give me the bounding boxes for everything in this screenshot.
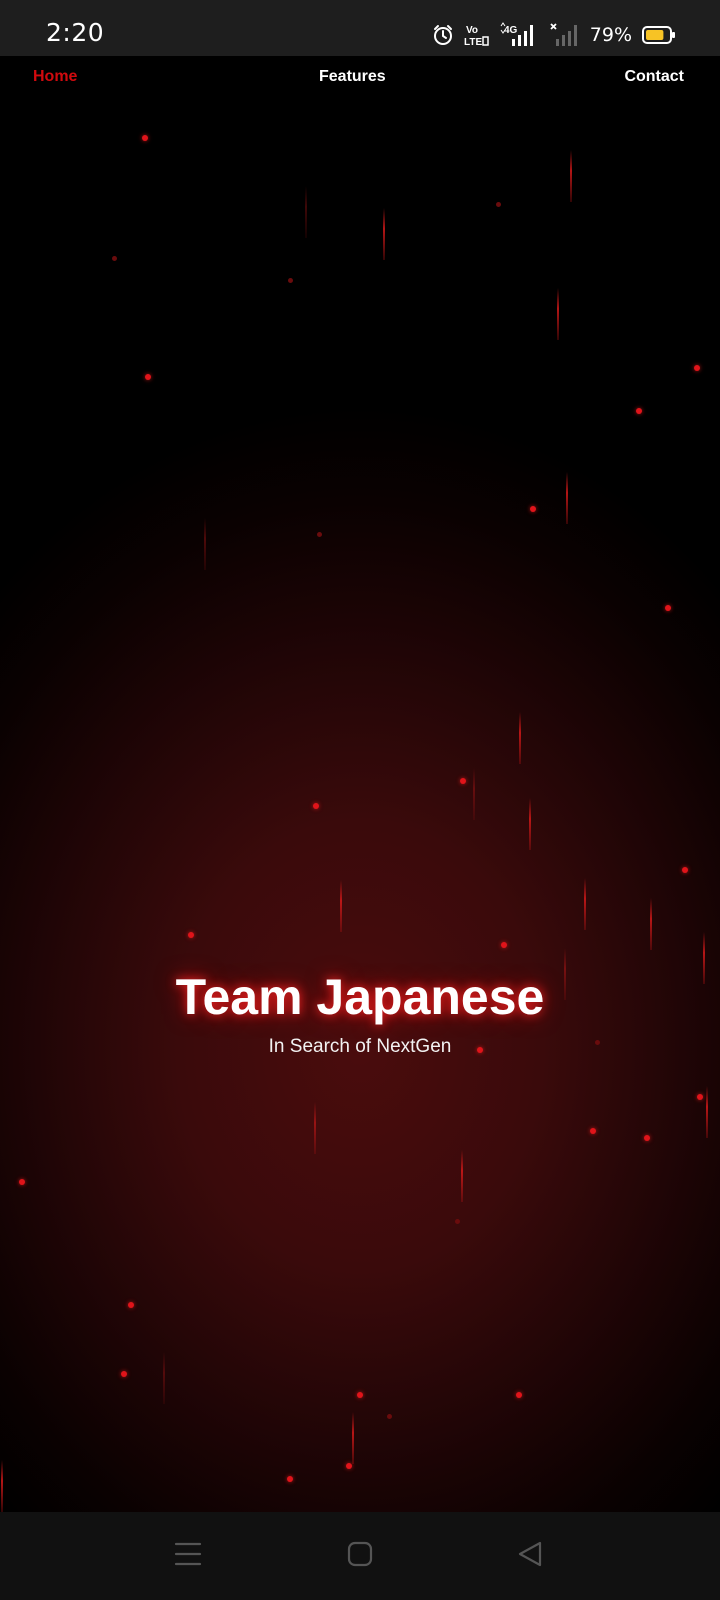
rain-streak — [566, 472, 568, 524]
particle-dot — [501, 942, 507, 948]
particle-dot — [636, 408, 642, 414]
battery-percent: 79% — [589, 24, 632, 46]
alarm-icon — [432, 24, 454, 46]
rain-streak — [461, 1150, 463, 1202]
particle-dot — [460, 778, 466, 784]
rain-streak — [163, 1352, 165, 1404]
home-square-icon — [347, 1541, 373, 1572]
rain-streak — [340, 880, 342, 932]
battery-icon — [642, 25, 676, 45]
no-signal-icon — [550, 22, 578, 48]
menu-icon — [174, 1541, 202, 1572]
particle-dot — [188, 932, 194, 938]
rain-streak — [557, 288, 559, 340]
particle-dot — [644, 1135, 650, 1141]
rain-streak — [383, 208, 385, 260]
top-nav: Home Features Contact — [0, 56, 720, 96]
home-button[interactable] — [340, 1536, 380, 1576]
particle-dot — [530, 506, 536, 512]
nav-home-link[interactable]: Home — [33, 68, 77, 86]
particle-dot — [313, 803, 319, 809]
system-nav-bar — [0, 1512, 720, 1600]
back-button[interactable] — [510, 1536, 550, 1576]
rain-streak — [314, 1102, 316, 1154]
rain-streak — [519, 712, 521, 764]
nav-features-link[interactable]: Features — [319, 68, 386, 86]
status-bar: 2:20 Vo LTE 4G 79% — [0, 0, 720, 56]
rain-streak — [650, 898, 652, 950]
rain-streak — [204, 518, 206, 570]
particle-dot — [516, 1392, 522, 1398]
svg-text:Vo: Vo — [466, 25, 478, 36]
particle-dot — [287, 1476, 293, 1482]
svg-text:LTE: LTE — [464, 37, 482, 47]
particle-dot — [121, 1371, 127, 1377]
particle-dot — [665, 605, 671, 611]
hero-title: Team Japanese — [175, 969, 545, 1025]
particle-dot — [346, 1463, 352, 1469]
particle-dot — [112, 256, 117, 261]
status-time: 2:20 — [46, 18, 105, 47]
particle-dot — [142, 135, 148, 141]
status-icons: Vo LTE 4G 79% — [432, 20, 676, 50]
particle-dot — [145, 374, 151, 380]
svg-text:4G: 4G — [504, 25, 518, 36]
rain-streak — [529, 798, 531, 850]
particle-dot — [455, 1219, 460, 1224]
particle-dot — [19, 1179, 25, 1185]
rain-streak — [706, 1086, 708, 1138]
hero-section: Home Features Contact Team Japanese In S… — [0, 56, 720, 1512]
particle-dot — [317, 532, 322, 537]
rain-streak — [352, 1412, 354, 1464]
back-triangle-icon — [516, 1540, 544, 1573]
particle-dot — [682, 867, 688, 873]
particle-dot — [357, 1392, 363, 1398]
particle-dot — [496, 202, 501, 207]
rain-streak — [473, 768, 475, 820]
particle-dot — [697, 1094, 703, 1100]
volte-icon: Vo LTE — [464, 23, 490, 47]
4g-signal-icon: 4G — [500, 22, 540, 48]
recent-apps-button[interactable] — [168, 1536, 208, 1576]
nav-contact-link[interactable]: Contact — [624, 68, 684, 86]
screen: 2:20 Vo LTE 4G 79% Home Features Contact… — [0, 0, 720, 1600]
particle-dot — [387, 1414, 392, 1419]
rain-streak — [570, 150, 572, 202]
particle-dot — [590, 1128, 596, 1134]
hero-subtitle: In Search of NextGen — [268, 1036, 452, 1057]
particle-dot — [128, 1302, 134, 1308]
particle-dot — [288, 278, 293, 283]
rain-streak — [305, 186, 307, 238]
rain-streak — [584, 878, 586, 930]
particle-dot — [694, 365, 700, 371]
rain-streak — [1, 1460, 3, 1512]
